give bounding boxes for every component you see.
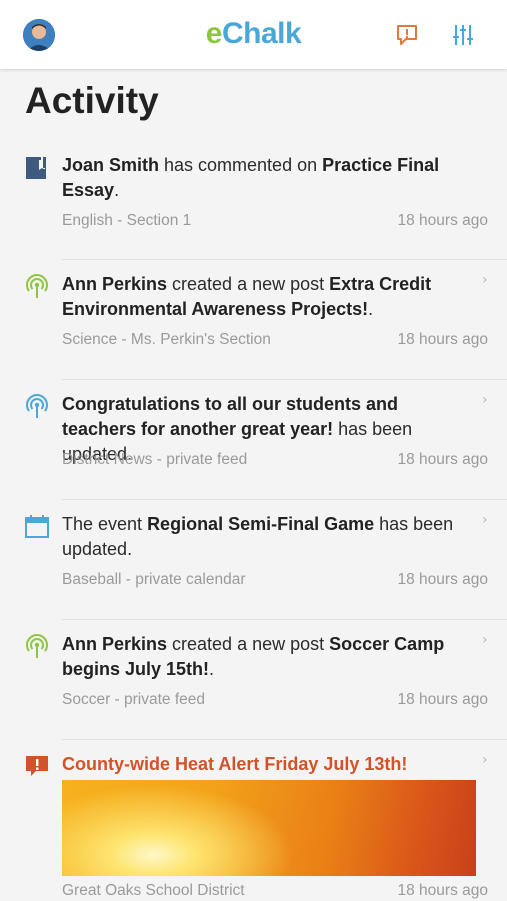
calendar-icon — [24, 514, 50, 540]
feed-item-text: Ann Perkins created a new post Soccer Ca… — [62, 634, 445, 679]
feed-item-text: Joan Smith has commented on Practice Fin… — [62, 155, 440, 200]
echalk-logo: eChalk — [205, 17, 302, 50]
feed-item-time: 18 hours ago — [397, 691, 489, 708]
feed-item[interactable]: Ann Perkins created a new post Extra Cre… — [0, 260, 507, 380]
feed-item[interactable]: Congratulations to all our students and … — [0, 380, 507, 500]
feed-item-time: 18 hours ago — [397, 882, 489, 899]
feed-item-source: Great Oaks School District — [62, 882, 245, 899]
chevron-right-icon: › — [482, 392, 488, 408]
feed-item-text: The event Regional Semi-Final Game has b… — [62, 514, 454, 559]
sliders-filter-icon[interactable] — [450, 22, 476, 48]
document-icon — [24, 155, 50, 181]
alert-speech-icon[interactable] — [394, 22, 420, 48]
chevron-right-icon: › — [482, 632, 488, 648]
chevron-right-icon: › — [482, 752, 488, 768]
alert-title: County-wide Heat Alert Friday July 13th! — [62, 754, 408, 774]
feed-item-source: Baseball - private calendar — [62, 571, 246, 588]
feed-item[interactable]: Joan Smith has commented on Practice Fin… — [0, 141, 507, 260]
feed-item-source: English - Section 1 — [62, 212, 192, 229]
feed-item-text: Ann Perkins created a new post Extra Cre… — [62, 274, 432, 319]
broadcast-icon — [24, 394, 50, 420]
alert-feed-item[interactable]: County-wide Heat Alert Friday July 13th!… — [0, 740, 507, 901]
chevron-right-icon: › — [482, 512, 488, 528]
feed-item[interactable]: The event Regional Semi-Final Game has b… — [0, 500, 507, 620]
feed-item-source: Science - Ms. Perkin's Section — [62, 331, 271, 348]
alert-speech-icon — [24, 754, 50, 780]
broadcast-icon — [24, 274, 50, 300]
broadcast-icon — [24, 634, 50, 660]
feed-item[interactable]: Ann Perkins created a new post Soccer Ca… — [0, 620, 507, 740]
feed-item-time: 18 hours ago — [397, 571, 489, 588]
heat-alert-banner-image — [62, 780, 476, 876]
feed-item-source: District News - private feed — [62, 451, 248, 468]
top-bar: eChalk — [0, 0, 507, 69]
feed-item-time: 18 hours ago — [397, 212, 489, 229]
feed-item-source: Soccer - private feed — [62, 691, 206, 708]
feed-item-time: 18 hours ago — [397, 331, 489, 348]
chevron-right-icon: › — [482, 272, 488, 288]
feed-item-time: 18 hours ago — [397, 451, 489, 468]
page-title: Activity — [25, 80, 159, 121]
